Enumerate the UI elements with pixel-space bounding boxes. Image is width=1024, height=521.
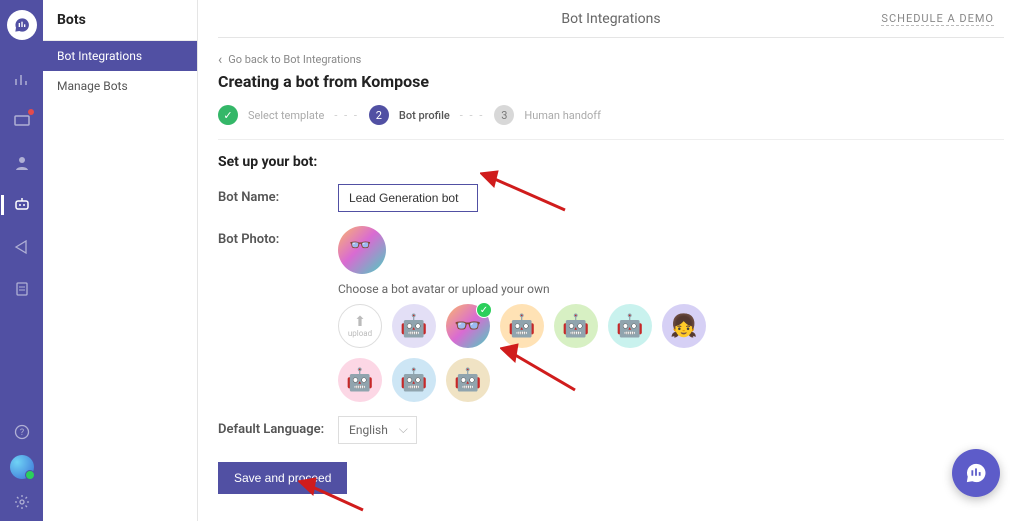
content: Go back to Bot Integrations Creating a b…: [218, 38, 1004, 494]
bot-photo-preview: [338, 226, 386, 274]
step-1-dot: ✓: [218, 105, 238, 125]
step-3-dot: 3: [494, 105, 514, 125]
bot-name-row: Bot Name:: [218, 184, 1004, 212]
avatar-option-8[interactable]: 🤖: [392, 358, 436, 402]
bot-name-input[interactable]: [338, 184, 478, 212]
user-icon[interactable]: [13, 154, 31, 172]
annotation-arrow-2: [500, 340, 580, 395]
stepper: ✓ Select template - - - 2 Bot profile - …: [218, 105, 1004, 125]
chat-bubble-icon: [965, 462, 987, 484]
bot-photo-label: Bot Photo:: [218, 226, 338, 247]
sidebar-title: Bots: [43, 0, 197, 41]
sidebar-item-bot-integrations[interactable]: Bot Integrations: [43, 41, 197, 71]
back-link[interactable]: Go back to Bot Integrations: [218, 52, 1004, 68]
step-2-dot: 2: [369, 105, 389, 125]
profile-avatar[interactable]: [10, 455, 34, 479]
step-sep-2: - - -: [460, 109, 485, 122]
page-heading: Creating a bot from Kompose: [218, 72, 1004, 91]
section-heading: Set up your bot:: [218, 154, 1004, 170]
avatar-upload[interactable]: ⬆upload: [338, 304, 382, 348]
step-1-label: Select template: [248, 109, 324, 122]
bot-icon[interactable]: [13, 196, 31, 214]
default-language-row: Default Language: English: [218, 416, 1004, 444]
avatar-option-2[interactable]: 👓: [446, 304, 490, 348]
upload-label: upload: [348, 329, 372, 338]
step-3-label: Human handoff: [524, 109, 601, 122]
main-area: Bot Integrations SCHEDULE A DEMO Go back…: [198, 0, 1024, 521]
settings-gear-icon[interactable]: [13, 493, 31, 511]
avatar-option-5[interactable]: 🤖: [608, 304, 652, 348]
step-2-label: Bot profile: [399, 109, 450, 122]
schedule-demo-link[interactable]: SCHEDULE A DEMO: [881, 12, 994, 26]
avatar-hint: Choose a bot avatar or upload your own: [338, 282, 1004, 296]
chat-bubble-icon: [14, 17, 30, 33]
default-language-select[interactable]: English: [338, 416, 417, 444]
default-language-value: English: [349, 423, 388, 437]
default-language-label: Default Language:: [218, 416, 338, 437]
avatar-option-7[interactable]: 🤖: [338, 358, 382, 402]
chat-widget-fab[interactable]: [952, 449, 1000, 497]
logo[interactable]: [7, 10, 37, 40]
icon-rail: ?: [0, 0, 43, 521]
doc-icon[interactable]: [13, 280, 31, 298]
divider: [218, 139, 1004, 140]
chat-icon[interactable]: [13, 112, 31, 130]
svg-text:?: ?: [19, 428, 23, 438]
broadcast-icon[interactable]: [13, 238, 31, 256]
help-icon[interactable]: ?: [13, 423, 31, 441]
topbar-title: Bot Integrations: [561, 11, 660, 27]
analytics-icon[interactable]: [13, 70, 31, 88]
bots-sidebar: Bots Bot Integrations Manage Bots: [43, 0, 198, 521]
annotation-arrow-1: [480, 165, 570, 215]
sidebar-item-manage-bots[interactable]: Manage Bots: [43, 71, 197, 101]
bot-photo-row: Bot Photo: Choose a bot avatar or upload…: [218, 226, 1004, 402]
avatar-option-9[interactable]: 🤖: [446, 358, 490, 402]
step-sep-1: - - -: [334, 109, 359, 122]
bot-name-label: Bot Name:: [218, 184, 338, 205]
topbar: Bot Integrations SCHEDULE A DEMO: [218, 0, 1004, 38]
avatar-option-1[interactable]: 🤖: [392, 304, 436, 348]
avatar-option-6[interactable]: 👧: [662, 304, 706, 348]
annotation-arrow-3: [298, 475, 368, 515]
